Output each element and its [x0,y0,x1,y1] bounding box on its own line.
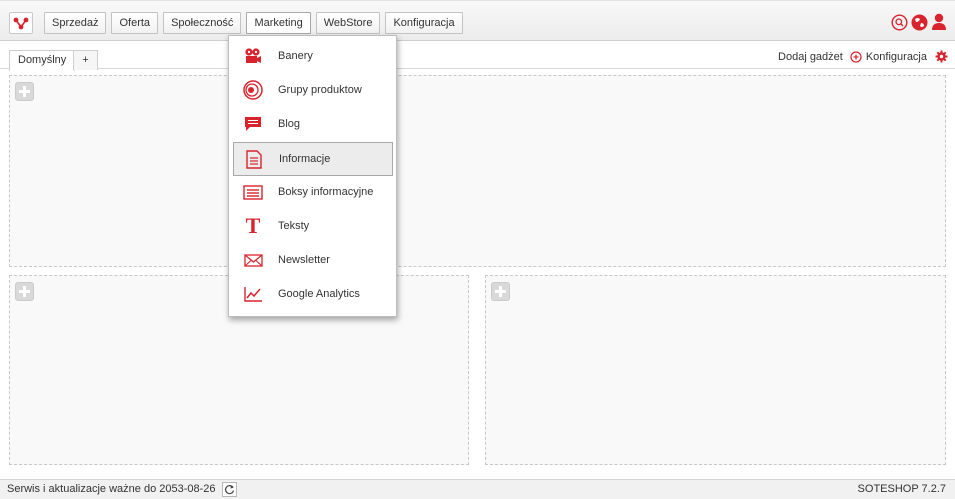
logo-button[interactable] [9,12,33,34]
config-link[interactable]: Konfiguracja [866,51,927,63]
menu-item-label: Teksty [278,220,310,232]
menu-item-banery[interactable]: Banery [233,39,393,73]
user-icon[interactable] [931,13,947,31]
menu-item-teksty[interactable]: T Teksty [233,209,393,243]
document-icon [244,149,264,169]
speech-bubble-icon [243,114,263,134]
plus-icon [19,286,30,297]
plus-icon [19,86,30,97]
status-bar: Serwis i aktualizacje ważne do 2053-08-2… [0,479,955,499]
add-gadget-button[interactable] [15,282,34,301]
top-right-icons [891,13,947,31]
menu-item-label: Google Analytics [278,288,360,300]
menu-marketing[interactable]: Marketing [246,12,311,34]
refresh-icon [224,485,234,495]
product-group-icon [243,80,263,100]
chart-line-icon [243,284,263,304]
camera-icon [243,46,263,66]
refresh-button[interactable] [221,482,237,497]
menu-item-google-analytics[interactable]: Google Analytics [233,277,393,311]
menu-item-label: Banery [278,50,313,62]
top-navbar: Sprzedaż Oferta Społeczność Marketing We… [0,0,955,41]
menu-item-label: Boksy informacyjne [278,186,374,198]
menu-sprzedaz[interactable]: Sprzedaż [44,12,107,34]
tab-actions: Dodaj gadżet Konfiguracja [778,50,948,63]
menu-konfiguracja[interactable]: Konfiguracja [385,12,463,34]
text-t-icon: T [245,213,261,238]
gadget-panel-top [9,75,946,267]
menu-item-label: Blog [278,118,301,130]
menu-item-boksy-informacyjne[interactable]: Boksy informacyjne [233,175,393,209]
add-gadget-button[interactable] [15,82,34,101]
tab-domyslny[interactable]: Domyślny [9,50,76,71]
search-icon[interactable] [891,13,908,31]
globe-icon[interactable] [911,14,928,31]
add-gadget-link[interactable]: Dodaj gadżet [778,51,843,63]
dashboard-tabs: Domyślny + Dodaj gadżet Konfiguracja [0,41,955,71]
main-menu: Sprzedaż Oferta Społeczność Marketing We… [44,12,468,34]
add-tab-button[interactable]: + [73,50,98,70]
logo-icon [13,17,29,30]
menu-item-label: Newsletter [278,254,330,266]
menu-spolecznosc[interactable]: Społeczność [163,12,242,34]
service-expiry-text: Serwis i aktualizacje ważne do 2053-08-2… [7,483,216,495]
menu-item-label: Grupy produktow [278,84,362,96]
menu-item-blog[interactable]: Blog [233,107,393,141]
menu-item-newsletter[interactable]: Newsletter [233,243,393,277]
menu-item-informacje[interactable]: Informacje [233,142,393,176]
add-gadget-button[interactable] [491,282,510,301]
gadget-panel-bottom-right [485,275,946,465]
plus-icon [495,286,506,297]
menu-oferta[interactable]: Oferta [111,12,159,34]
version-label: SOTESHOP 7.2.7 [857,483,946,495]
gear-icon[interactable] [935,50,948,63]
add-circle-icon[interactable] [850,50,862,63]
menu-item-grupy-produktow[interactable]: Grupy produktow [233,73,393,107]
info-box-icon [243,182,263,202]
envelope-icon [243,250,263,270]
menu-item-label: Informacje [279,153,331,165]
service-info: Serwis i aktualizacje ważne do 2053-08-2… [7,480,237,499]
marketing-dropdown: Banery Grupy produktow Blog Informacje B… [228,35,397,317]
menu-webstore[interactable]: WebStore [315,12,381,34]
